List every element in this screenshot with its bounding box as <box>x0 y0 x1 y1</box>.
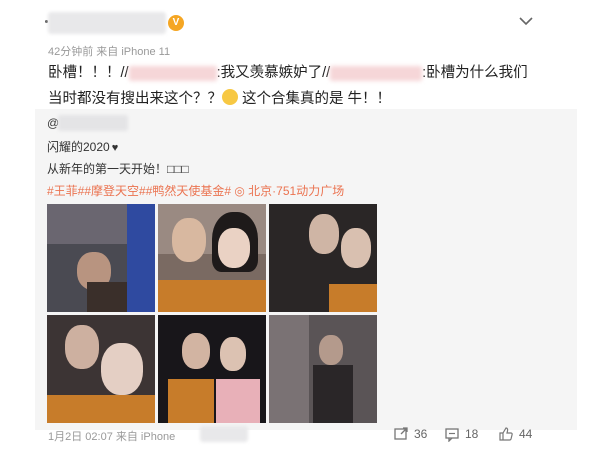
mention-blurred-1[interactable] <box>128 65 217 81</box>
comment-icon <box>444 426 460 442</box>
post-meta: 42分钟前 来自 iPhone 11 <box>48 46 171 58</box>
repost-tags[interactable]: #王菲##摩登天空##鸭然天使基金# ◎ 北京·751动力广场 <box>47 182 344 199</box>
photo-6[interactable] <box>269 315 377 423</box>
like-icon <box>498 426 514 442</box>
repost-icon <box>393 426 409 442</box>
photo-4[interactable] <box>47 315 155 423</box>
text-seg-3: :卧槽为什么我们 <box>422 65 528 81</box>
chevron-down-icon[interactable] <box>515 10 537 32</box>
repost-author-blurred[interactable] <box>58 115 128 131</box>
repost-text: 从新年的第一天开始！□□□ <box>47 162 189 176</box>
comment-button[interactable]: 18 <box>444 426 478 442</box>
heart-icon: ♥ <box>111 142 119 154</box>
text-seg-2: :我又羡慕嫉妒了// <box>216 65 331 81</box>
repost-button[interactable]: 36 <box>393 426 427 442</box>
text-seg-5: 这个合集真的是 牛！！ <box>242 91 392 107</box>
text-seg-1: 卧槽！！！// <box>48 65 129 81</box>
photo-3[interactable] <box>269 204 377 312</box>
post-text-line1: 卧槽！！！// :我又羡慕嫉妒了// :卧槽为什么我们 <box>48 60 528 86</box>
mention-blurred-2[interactable] <box>330 65 423 81</box>
repost-count: 36 <box>414 427 428 441</box>
repost-title-text: 闪耀的2020 <box>47 140 110 154</box>
comment-count: 18 <box>465 427 479 441</box>
footer-source-blurred <box>200 426 248 442</box>
vip-badge: V <box>168 15 184 31</box>
text-seg-4: 当时都没有搜出来这个？？ <box>48 91 222 107</box>
photo-1[interactable] <box>47 204 155 312</box>
repost-time: 1月2日 02:07 来自 iPhone <box>48 431 176 443</box>
laugh-emoji-icon <box>222 89 238 106</box>
photo-5[interactable] <box>158 315 266 423</box>
repost-title: 闪耀的2020 ♥ <box>47 138 118 155</box>
like-count: 44 <box>519 427 533 441</box>
author-name-blurred[interactable] <box>48 12 166 34</box>
like-button[interactable]: 44 <box>498 426 532 442</box>
photo-2[interactable] <box>158 204 266 312</box>
